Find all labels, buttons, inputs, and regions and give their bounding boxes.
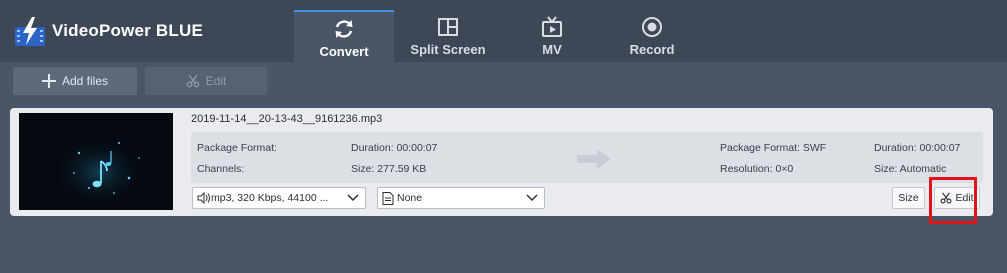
arrow-right-icon: [577, 149, 611, 169]
music-note-icon: [19, 113, 173, 210]
tab-split-screen-label: Split Screen: [410, 42, 486, 57]
target-duration: Duration: 00:00:07: [874, 142, 961, 154]
add-files-label: Add files: [61, 74, 109, 88]
subtitle-select[interactable]: None: [377, 187, 545, 209]
tab-convert-label: Convert: [319, 44, 369, 59]
tab-mv[interactable]: MV: [502, 10, 602, 62]
file-thumbnail: [19, 113, 173, 210]
file-name: 2019-11-14__20-13-43__9161236.mp3: [191, 113, 383, 125]
scissors-icon: [186, 74, 200, 88]
tab-convert[interactable]: Convert: [294, 10, 394, 64]
target-resolution: Resolution: 0×0: [720, 163, 794, 175]
conversion-info-panel: Package Format: Channels: Duration: 00:0…: [191, 132, 983, 183]
file-item[interactable]: 2019-11-14__20-13-43__9161236.mp3 Packag…: [10, 108, 993, 216]
audio-format-value: mp3, 320 Kbps, 44100 ...: [211, 192, 329, 204]
app-title: VideoPower BLUE: [52, 21, 203, 40]
add-files-button[interactable]: Add files: [13, 67, 137, 95]
source-size: Size: 277.59 KB: [351, 163, 427, 175]
split-screen-icon: [438, 18, 458, 36]
target-package-format: Package Format: SWF: [720, 142, 827, 154]
source-channels: Channels:: [197, 163, 245, 175]
source-package-format: Package Format:: [197, 142, 277, 154]
refresh-icon: [335, 20, 353, 38]
tab-record-label: Record: [629, 42, 675, 57]
audio-format-select[interactable]: mp3, 320 Kbps, 44100 ...: [192, 187, 366, 209]
toolbar: Add files Edit: [0, 62, 1007, 100]
app-header: VideoPower BLUE Convert Split Screen MV: [0, 0, 1007, 64]
tv-icon: [542, 16, 562, 37]
source-duration: Duration: 00:00:07: [351, 142, 438, 154]
document-icon: [382, 191, 394, 205]
highlight-box: [929, 177, 977, 224]
toolbar-edit-button[interactable]: Edit: [145, 67, 267, 95]
size-button-label: Size: [898, 192, 919, 204]
tab-record[interactable]: Record: [602, 10, 702, 62]
record-icon: [642, 17, 662, 37]
tab-split-screen[interactable]: Split Screen: [398, 10, 498, 62]
subtitle-value: None: [397, 192, 423, 204]
plus-icon: [41, 74, 56, 88]
size-button[interactable]: Size: [892, 187, 925, 209]
tab-mv-label: MV: [542, 42, 562, 57]
chevron-down-icon: [526, 194, 538, 202]
chevron-down-icon: [347, 194, 359, 202]
videopower-logo-icon: [15, 17, 45, 46]
target-size: Size: Automatic: [874, 163, 947, 175]
toolbar-edit-label: Edit: [205, 74, 227, 88]
speaker-icon: [197, 192, 210, 204]
